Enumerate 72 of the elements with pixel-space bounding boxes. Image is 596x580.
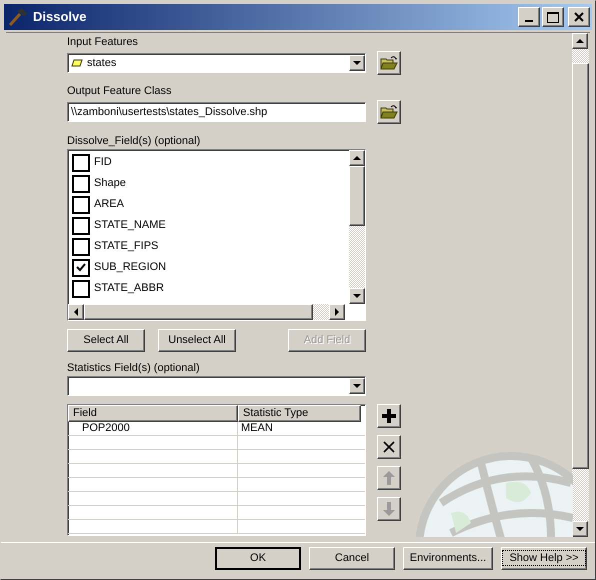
field-name: Shape xyxy=(94,176,126,192)
field-name: AREA xyxy=(94,197,124,212)
scroll-right-button[interactable] xyxy=(329,304,345,320)
down-triangle-icon xyxy=(353,293,361,299)
close-icon xyxy=(383,441,395,453)
checkbox[interactable] xyxy=(72,216,90,234)
checkbox[interactable] xyxy=(72,280,90,298)
browse-button[interactable] xyxy=(377,51,401,75)
dropdown-button[interactable] xyxy=(349,378,365,394)
field-label: Statistics Field(s) (optional) xyxy=(67,361,201,375)
table-cell: POP2000 xyxy=(82,422,130,434)
dialog-button[interactable]: Show Help >> xyxy=(501,547,587,570)
hammer-icon xyxy=(8,8,28,26)
polygon-layer-icon xyxy=(71,59,83,67)
close-icon xyxy=(574,12,584,22)
column-header[interactable]: Field xyxy=(68,405,238,422)
up-arrow-icon xyxy=(383,471,395,485)
check-icon xyxy=(76,263,86,272)
scroll-up-button[interactable] xyxy=(349,150,365,166)
list-action-button[interactable]: Select All xyxy=(67,329,145,352)
checkbox[interactable] xyxy=(72,258,90,276)
scrollbar-thumb[interactable] xyxy=(572,63,589,469)
scroll-up-button[interactable] xyxy=(572,33,588,49)
dialog-button[interactable]: Environments... xyxy=(403,547,493,570)
down-triangle-icon xyxy=(576,526,584,532)
browse-button[interactable] xyxy=(377,100,401,124)
field-name: STATE_FIPS xyxy=(94,239,158,254)
scrollbar-thumb[interactable] xyxy=(349,166,365,226)
field-label: Input Features xyxy=(67,35,139,49)
field-name: FID xyxy=(94,155,112,170)
maximize-icon xyxy=(547,12,559,22)
dropdown-value: states xyxy=(87,56,116,71)
up-triangle-icon xyxy=(576,38,584,44)
dialog-button[interactable]: Cancel xyxy=(309,547,395,570)
layer-dropdown[interactable]: states xyxy=(67,53,366,73)
plus-icon xyxy=(382,409,396,423)
minimize-icon xyxy=(525,20,533,22)
checkbox[interactable] xyxy=(72,196,90,214)
checkbox[interactable] xyxy=(72,174,90,192)
scrollbar-track xyxy=(572,49,589,63)
field-name: SUB_REGION xyxy=(94,260,166,276)
up-triangle-icon xyxy=(353,155,361,161)
checkbox[interactable] xyxy=(72,238,90,256)
window-title: Dissolve xyxy=(33,8,86,26)
field-name: STATE_ABBR xyxy=(94,281,164,296)
dropdown-button[interactable] xyxy=(349,55,365,71)
left-triangle-icon xyxy=(73,308,79,316)
list-action-button[interactable]: Unselect All xyxy=(158,329,236,352)
statistics-dropdown[interactable] xyxy=(67,376,366,396)
field-label: Dissolve_Field(s) (optional) xyxy=(67,134,202,148)
scroll-down-button[interactable] xyxy=(349,288,365,304)
field-name: STATE_NAME xyxy=(94,218,166,234)
right-triangle-icon xyxy=(334,308,340,316)
maximize-button[interactable] xyxy=(542,7,564,27)
open-folder-icon xyxy=(380,55,398,71)
close-button[interactable] xyxy=(568,7,590,27)
scroll-left-button[interactable] xyxy=(68,304,84,320)
scrollbar-thumb[interactable] xyxy=(84,304,313,320)
column-header[interactable]: Statistic Type xyxy=(238,405,361,422)
output-path-field[interactable]: \\zamboni\usertests\states_Dissolve.shp xyxy=(67,102,366,122)
dialog-button[interactable]: OK xyxy=(215,547,301,570)
table-tool-button[interactable] xyxy=(377,404,401,428)
open-folder-icon xyxy=(380,104,398,120)
table-tool-button[interactable] xyxy=(377,435,401,459)
checkbox[interactable] xyxy=(72,154,90,172)
table-cell: MEAN xyxy=(241,422,273,434)
down-triangle-icon xyxy=(353,383,361,389)
scroll-down-button[interactable] xyxy=(572,521,588,537)
down-arrow-icon xyxy=(383,502,395,516)
down-triangle-icon xyxy=(353,60,361,66)
minimize-button[interactable] xyxy=(518,7,540,27)
field-label: Output Feature Class xyxy=(67,84,173,98)
